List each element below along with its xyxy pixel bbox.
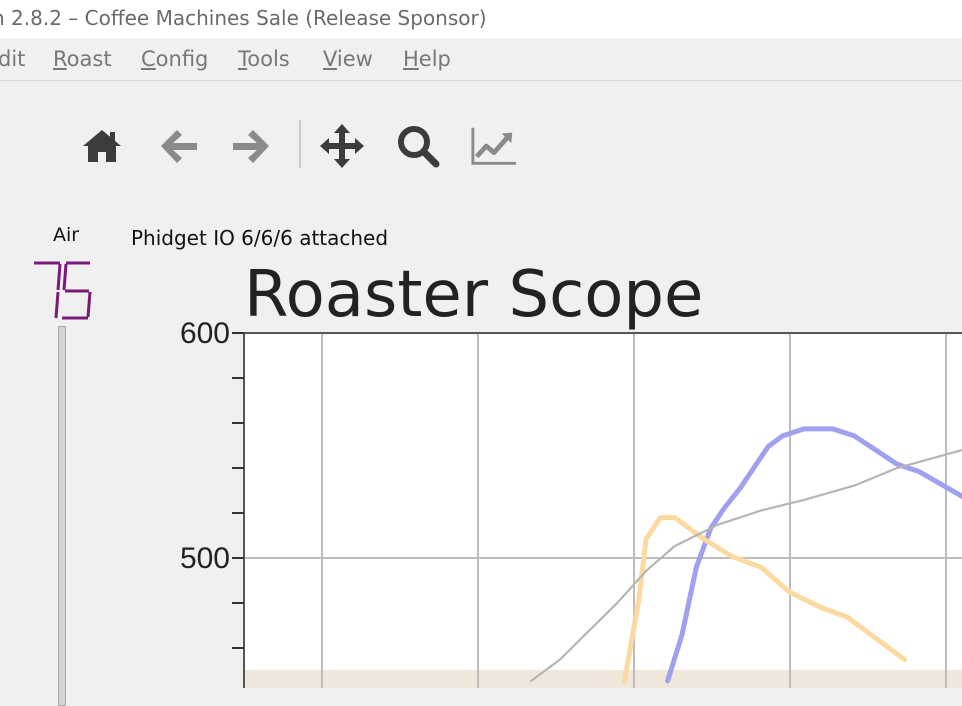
plot-area: [244, 333, 962, 688]
phase-band: [244, 670, 962, 688]
roaster-chart[interactable]: 600 500: [0, 0, 962, 688]
y-tick-label-500: 500: [180, 542, 230, 575]
y-tick-label-600: 600: [180, 317, 230, 350]
